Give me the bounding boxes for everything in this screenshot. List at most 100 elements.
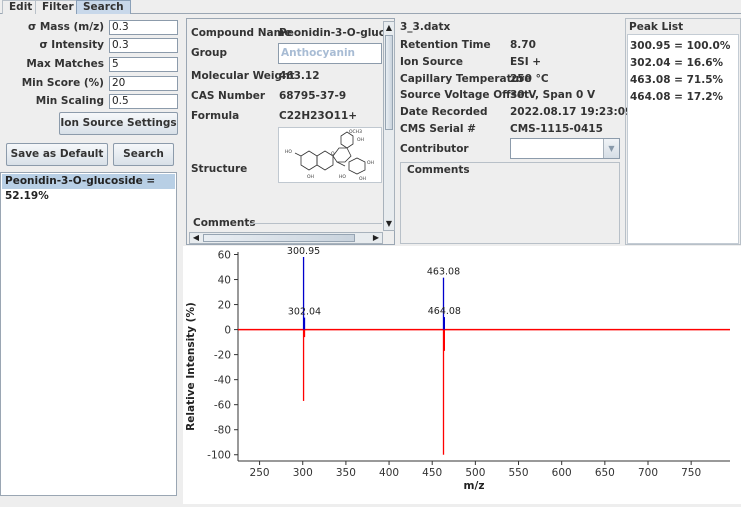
file-info-panel: 3_3.datx Retention Time 8.70 Ion Source … [398, 18, 632, 245]
peak-item[interactable]: 464.08 = 17.2% [630, 91, 723, 103]
group-label: Group [191, 47, 228, 59]
min-score-label: Min Score (%) [21, 77, 104, 89]
x-tick-label: 750 [681, 467, 701, 479]
x-tick-label: 400 [379, 467, 399, 479]
peak-list-title: Peak List [629, 21, 684, 33]
x-tick-label: 650 [595, 467, 615, 479]
y-axis-label: Relative Intensity (%) [185, 302, 197, 431]
horizontal-scroll-thumb[interactable] [203, 234, 355, 242]
atom-label: HO [339, 174, 346, 180]
y-tick-label: -100 [207, 450, 231, 462]
compound-name-value: Peonidin-3-O-glucoside [279, 27, 383, 39]
structure-image: OCH3 OH HO O OH OH HO OH [278, 127, 382, 183]
chevron-down-icon[interactable]: ▼ [603, 139, 619, 158]
y-tick-label: -20 [214, 350, 231, 362]
contributor-dropdown[interactable]: ▼ [510, 138, 620, 159]
file-comments-box: Comments [400, 162, 620, 244]
peak-label: 300.95 [287, 246, 320, 257]
scroll-up-arrow-icon[interactable]: ▲ [384, 22, 394, 34]
cas-number-label: CAS Number [191, 90, 266, 102]
info-value: CMS-1115-0415 [510, 123, 603, 135]
compound-vertical-scrollbar[interactable]: ▲ ▼ [383, 21, 395, 231]
scroll-left-arrow-icon[interactable]: ◀ [190, 232, 202, 244]
formula-value: C22H23O11+ [279, 110, 358, 122]
filename: 3_3.datx [400, 21, 451, 33]
min-score-input[interactable]: 20 [109, 76, 178, 91]
peak-label: 464.08 [428, 306, 461, 317]
atom-label: OCH3 [349, 129, 362, 135]
y-tick-label: -60 [214, 400, 231, 412]
peak-list[interactable]: 300.95 = 100.0% 302.04 = 16.6% 463.08 = … [627, 34, 739, 244]
info-label: Ion Source [400, 56, 464, 68]
peak-item[interactable]: 463.08 = 71.5% [630, 74, 723, 86]
x-tick-label: 500 [465, 467, 485, 479]
peak-label: 463.08 [427, 267, 460, 278]
compound-comments-label: Comments [193, 217, 256, 229]
result-item[interactable]: Peonidin-3-O-glucoside = 52.19% [2, 174, 175, 202]
y-tick-label: -40 [214, 375, 231, 387]
vertical-scroll-thumb[interactable] [385, 35, 393, 130]
tab-search[interactable]: Search [76, 0, 131, 14]
max-matches-label: Max Matches [26, 58, 104, 70]
compound-panel: Compound Name Peonidin-3-O-glucoside Gro… [186, 18, 395, 245]
save-as-default-button[interactable]: Save as Default [6, 143, 108, 166]
x-axis-label: m/z [464, 480, 485, 492]
y-tick-label: 60 [218, 250, 231, 262]
comments-divider [249, 223, 382, 224]
group-input[interactable]: Anthocyanin [278, 43, 382, 64]
sigma-intensity-label: σ Intensity [39, 39, 104, 51]
info-value: 2022.08.17 19:23:09 [510, 106, 633, 118]
info-label: Date Recorded [400, 106, 488, 118]
atom-label: OH [359, 176, 366, 182]
molecular-weight-value: 463.12 [279, 70, 320, 82]
x-tick-label: 450 [422, 467, 442, 479]
info-value: 250 °C [510, 73, 549, 85]
min-scaling-input[interactable]: 0.5 [109, 94, 178, 109]
y-tick-label: -80 [214, 425, 231, 437]
y-tick-label: 0 [224, 325, 231, 337]
max-matches-input[interactable]: 5 [109, 57, 178, 72]
sigma-mass-input[interactable]: 0.3 [109, 20, 178, 35]
sigma-intensity-input[interactable]: 0.3 [109, 38, 178, 53]
x-tick-label: 250 [250, 467, 270, 479]
x-tick-label: 550 [509, 467, 529, 479]
scroll-right-arrow-icon[interactable]: ▶ [370, 232, 382, 244]
info-value: 8.70 [510, 39, 536, 51]
structure-label: Structure [191, 163, 248, 175]
results-list[interactable]: Peonidin-3-O-glucoside = 52.19% [0, 172, 177, 496]
atom-label: O [331, 151, 335, 157]
peak-list-panel: Peak List 300.95 = 100.0% 302.04 = 16.6%… [625, 18, 741, 245]
x-tick-label: 300 [293, 467, 313, 479]
scroll-down-arrow-icon[interactable]: ▼ [384, 218, 394, 230]
x-tick-label: 700 [638, 467, 658, 479]
info-label: Retention Time [400, 39, 491, 51]
atom-label: OH [367, 160, 374, 166]
info-value: ESI + [510, 56, 542, 68]
compound-horizontal-scrollbar[interactable]: ◀ ▶ [189, 232, 383, 244]
tab-edit[interactable]: Edit [2, 0, 40, 14]
search-button[interactable]: Search [113, 143, 174, 166]
min-scaling-label: Min Scaling [35, 95, 104, 107]
info-value: 30 V, Span 0 V [510, 89, 596, 101]
y-tick-label: 20 [218, 300, 231, 312]
x-tick-label: 600 [552, 467, 572, 479]
formula-label: Formula [191, 110, 240, 122]
spectrum-svg: 60 40 20 0 -20 -40 -60 -80 -100 250 300 350 400 450 50… [185, 246, 730, 492]
peak-label: 302.04 [288, 307, 321, 318]
atom-label: OH [307, 174, 314, 180]
atom-label: HO [285, 149, 292, 155]
compound-name-label: Compound Name [191, 27, 292, 39]
spectrum-chart[interactable]: 60 40 20 0 -20 -40 -60 -80 -100 250 300 350 400 450 50… [183, 246, 741, 504]
x-tick-label: 350 [336, 467, 356, 479]
file-comments-label: Comments [405, 164, 472, 176]
ion-source-settings-button[interactable]: Ion Source Settings [59, 112, 178, 135]
y-tick-label: 40 [218, 275, 231, 287]
tab-filter[interactable]: Filter [35, 0, 81, 14]
cas-number-value: 68795-37-9 [279, 90, 347, 102]
peak-item[interactable]: 300.95 = 100.0% [630, 40, 730, 52]
contributor-label: Contributor [400, 143, 469, 155]
atom-label: OH [357, 137, 364, 143]
peak-item[interactable]: 302.04 = 16.6% [630, 57, 723, 69]
molecule-icon: OCH3 OH HO O OH OH HO OH [285, 129, 374, 182]
info-label: CMS Serial # [400, 123, 476, 135]
